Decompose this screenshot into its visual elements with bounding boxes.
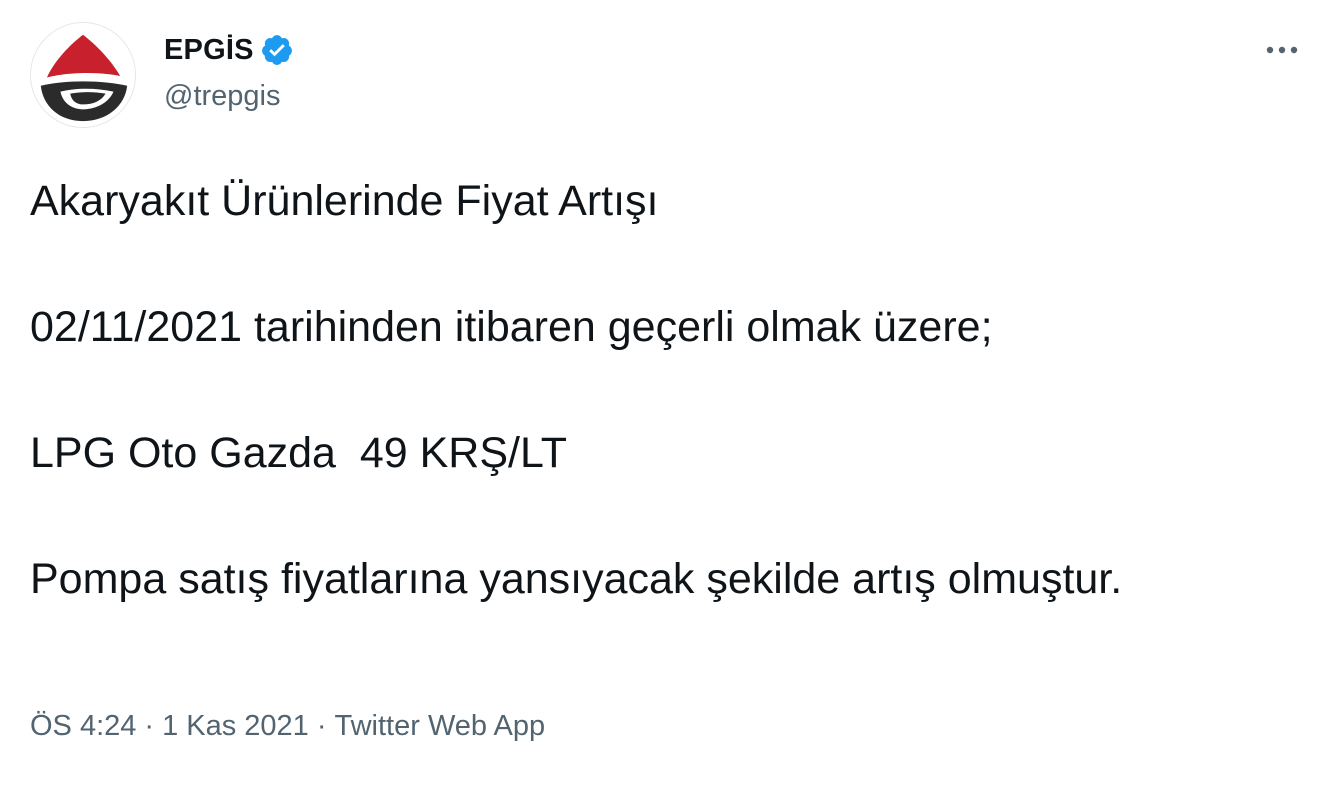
epgis-logo-icon [31, 23, 135, 127]
author-handle[interactable]: @trepgis [164, 74, 280, 118]
tweet-source-link[interactable]: Twitter Web App [334, 706, 545, 746]
tweet-line-date: 02/11/2021 tarihinden itibaren geçerli o… [30, 303, 993, 351]
tweet-card: EPGİS @trepgis Akaryakıt Ürünlerinde Fiy… [0, 0, 1332, 785]
meta-separator: · [144, 710, 155, 742]
more-options-button[interactable] [1258, 30, 1306, 70]
avatar[interactable] [30, 22, 136, 128]
tweet-timestamp-date[interactable]: 1 Kas 2021 [162, 706, 309, 746]
tweet-line-price: LPG Oto Gazda 49 KRŞ/LT [30, 429, 567, 477]
more-horizontal-icon [1266, 46, 1298, 54]
display-name[interactable]: EPGİS [164, 28, 254, 72]
tweet-timestamp-time[interactable]: ÖS 4:24 [30, 706, 136, 746]
tweet-line-title: Akaryakıt Ürünlerinde Fiyat Artışı [30, 177, 659, 225]
tweet-metadata: ÖS 4:24 · 1 Kas 2021 · Twitter Web App [30, 706, 545, 746]
meta-separator: · [316, 710, 327, 742]
author-name-row: EPGİS [164, 28, 294, 72]
verified-badge-icon [260, 33, 294, 67]
tweet-line-note: Pompa satış fiyatlarına yansıyacak şekil… [30, 555, 1123, 603]
